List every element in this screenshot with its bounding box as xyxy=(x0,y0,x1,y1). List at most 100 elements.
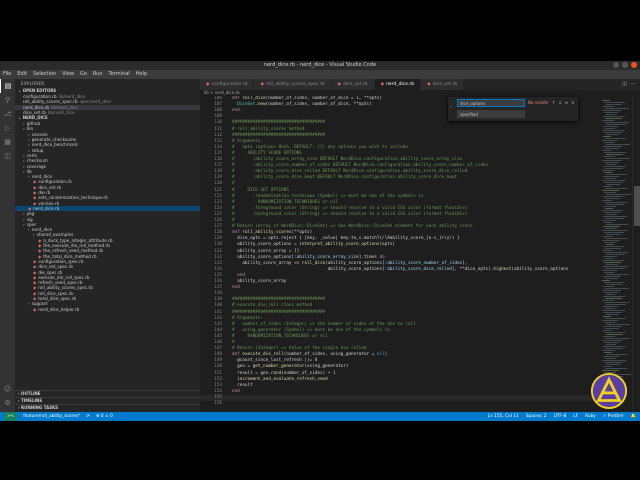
tab-dice_set-rb[interactable]: ◆ dice_set.rb xyxy=(421,79,465,90)
minimap-line xyxy=(603,256,617,257)
git-branch[interactable]: feature/roll_ability_scores* xyxy=(23,412,80,421)
close-find-icon[interactable]: × xyxy=(571,100,574,105)
menu-help[interactable]: Help xyxy=(136,70,147,79)
cursor-position[interactable]: Ln 155, Col 11 xyxy=(488,412,519,421)
find-widget: › dice_options specified No results ↑ ↓ … xyxy=(448,97,578,121)
problems-indicator[interactable]: ⊗ 0 ⚠ 0 xyxy=(96,412,113,421)
minimap-line xyxy=(602,370,619,371)
ruby-file-icon: ◆ xyxy=(33,274,37,280)
language-mode[interactable]: Ruby xyxy=(585,412,596,421)
menu-terminal[interactable]: Terminal xyxy=(109,70,130,79)
tree-item-label: certs xyxy=(26,152,38,158)
tree-item-label: dice_set.rb xyxy=(38,184,62,190)
scrollbar-thumb[interactable] xyxy=(634,186,640,226)
tree-item-label: roll_ability_scores_spec.rb xyxy=(38,285,93,291)
minimap-line xyxy=(604,102,625,103)
find-result-count: No results xyxy=(528,100,549,105)
tab-configuration-rb[interactable]: ◆ configuration.rb xyxy=(200,79,255,90)
minimap-line xyxy=(603,176,619,177)
previous-match-icon[interactable]: ↑ xyxy=(552,100,555,105)
menu-run[interactable]: Run xyxy=(93,70,103,79)
find-in-selection-icon[interactable]: ≡ xyxy=(565,100,568,105)
close-button[interactable] xyxy=(631,62,637,68)
ruby-file-icon: ◆ xyxy=(33,200,37,206)
minimap-line xyxy=(606,284,622,285)
folder-chevron-icon: › xyxy=(23,158,25,164)
tab-label: dice_set.rb xyxy=(342,82,368,87)
folder-chevron-icon: › xyxy=(28,174,30,180)
tab-dice_set-rb[interactable]: ◆ dice_set.rb xyxy=(331,79,375,90)
running-tasks-section[interactable]: › RUNNING TASKS xyxy=(15,404,200,410)
minimap-line xyxy=(606,144,630,145)
minimap-line xyxy=(604,122,629,123)
next-match-icon[interactable]: ↓ xyxy=(558,100,561,105)
minimap-line xyxy=(602,350,615,351)
files-icon[interactable]: ▤ xyxy=(0,79,15,93)
tree-item-label: spec xyxy=(26,221,37,227)
minimap-line xyxy=(604,192,616,193)
settings-icon[interactable]: ⚙ xyxy=(0,396,15,410)
minimap-line xyxy=(602,140,618,141)
minimap-line xyxy=(604,252,628,253)
window-controls[interactable] xyxy=(613,62,637,69)
vscode-window: nerd_dice.rb - nerd_dice - Visual Studio… xyxy=(0,61,640,421)
split-editor-icon[interactable]: ◫ xyxy=(622,79,627,90)
sync-icon[interactable]: ⟳ xyxy=(86,412,90,421)
outline-section[interactable]: › OUTLINE xyxy=(15,390,200,396)
minimap-line xyxy=(606,314,619,315)
encoding[interactable]: UTF-8 xyxy=(554,412,567,421)
end-of-line[interactable]: LF xyxy=(573,412,578,421)
menu-view[interactable]: View xyxy=(62,70,74,79)
minimap-line xyxy=(604,152,626,153)
ruby-file-icon: ◆ xyxy=(33,190,37,196)
search-icon[interactable]: ⚲ xyxy=(0,93,15,107)
replace-input[interactable]: specified xyxy=(457,110,525,118)
indentation[interactable]: Spaces: 2 xyxy=(526,412,547,421)
minimap-line xyxy=(605,188,627,189)
minimap-line xyxy=(605,228,617,229)
minimap-line xyxy=(605,148,619,149)
minimap-line xyxy=(603,336,615,337)
tree-item-label: dice_set_spec.rb xyxy=(38,264,73,270)
minimap[interactable] xyxy=(600,96,632,412)
menu-edit[interactable]: Edit xyxy=(17,70,27,79)
minimap-line xyxy=(603,116,625,117)
minimap-line xyxy=(605,198,620,199)
folder-chevron-icon: › xyxy=(23,216,25,222)
menu-go[interactable]: Go xyxy=(80,70,87,79)
maximize-button[interactable] xyxy=(622,62,628,68)
toggle-replace-icon[interactable]: › xyxy=(450,104,452,109)
minimap-line xyxy=(602,340,622,341)
menu-selection[interactable]: Selection xyxy=(33,70,56,79)
tab-roll_ability_scores_spec-rb[interactable]: ◆ roll_ability_scores_spec.rb xyxy=(254,79,332,90)
notifications-icon[interactable]: 🔔 xyxy=(631,412,636,421)
debug-icon[interactable]: ▷ xyxy=(0,121,15,135)
code-editor[interactable]: 106 def roll_dice(number_of_sides, number… xyxy=(200,96,600,412)
minimap-line xyxy=(605,268,625,269)
vertical-scrollbar[interactable] xyxy=(632,96,640,412)
source-control-icon[interactable]: ⎇ xyxy=(0,107,15,121)
open-editor-item[interactable]: dice_set.rb lib/nerd_dice xyxy=(15,110,200,115)
more-actions-icon[interactable]: ⋯ xyxy=(631,79,636,90)
folder-chevron-icon: › xyxy=(28,131,30,137)
minimize-button[interactable] xyxy=(613,62,619,68)
remote-indicator[interactable]: >< xyxy=(4,412,18,421)
menu-file[interactable]: File xyxy=(3,70,11,79)
prettier-status[interactable]: ✓ Prettier xyxy=(603,412,624,421)
minimap-line xyxy=(602,170,615,171)
tree-item-label: github xyxy=(26,121,41,127)
minimap-line xyxy=(603,106,614,107)
find-input[interactable]: dice_options xyxy=(457,99,525,107)
minimap-line xyxy=(602,200,612,201)
account-icon[interactable]: ☺ xyxy=(0,382,15,396)
minimap-line xyxy=(606,114,615,115)
tab-label: dice_set.rb xyxy=(432,82,458,87)
tab-nerd_dice-rb[interactable]: ◆ nerd_dice.rb xyxy=(374,79,422,90)
ruby-file-icon: ◆ xyxy=(33,184,37,190)
remote-icon[interactable]: ◫ xyxy=(0,149,15,163)
timeline-section[interactable]: › TIMELINE xyxy=(15,397,200,403)
tree-item[interactable]: ◆ nerd_dice_helper.rb xyxy=(15,307,200,312)
extensions-icon[interactable]: ▦ xyxy=(0,135,15,149)
ruby-file-icon: ◆ xyxy=(38,248,42,254)
code-line[interactable]: 156 xyxy=(200,401,600,407)
